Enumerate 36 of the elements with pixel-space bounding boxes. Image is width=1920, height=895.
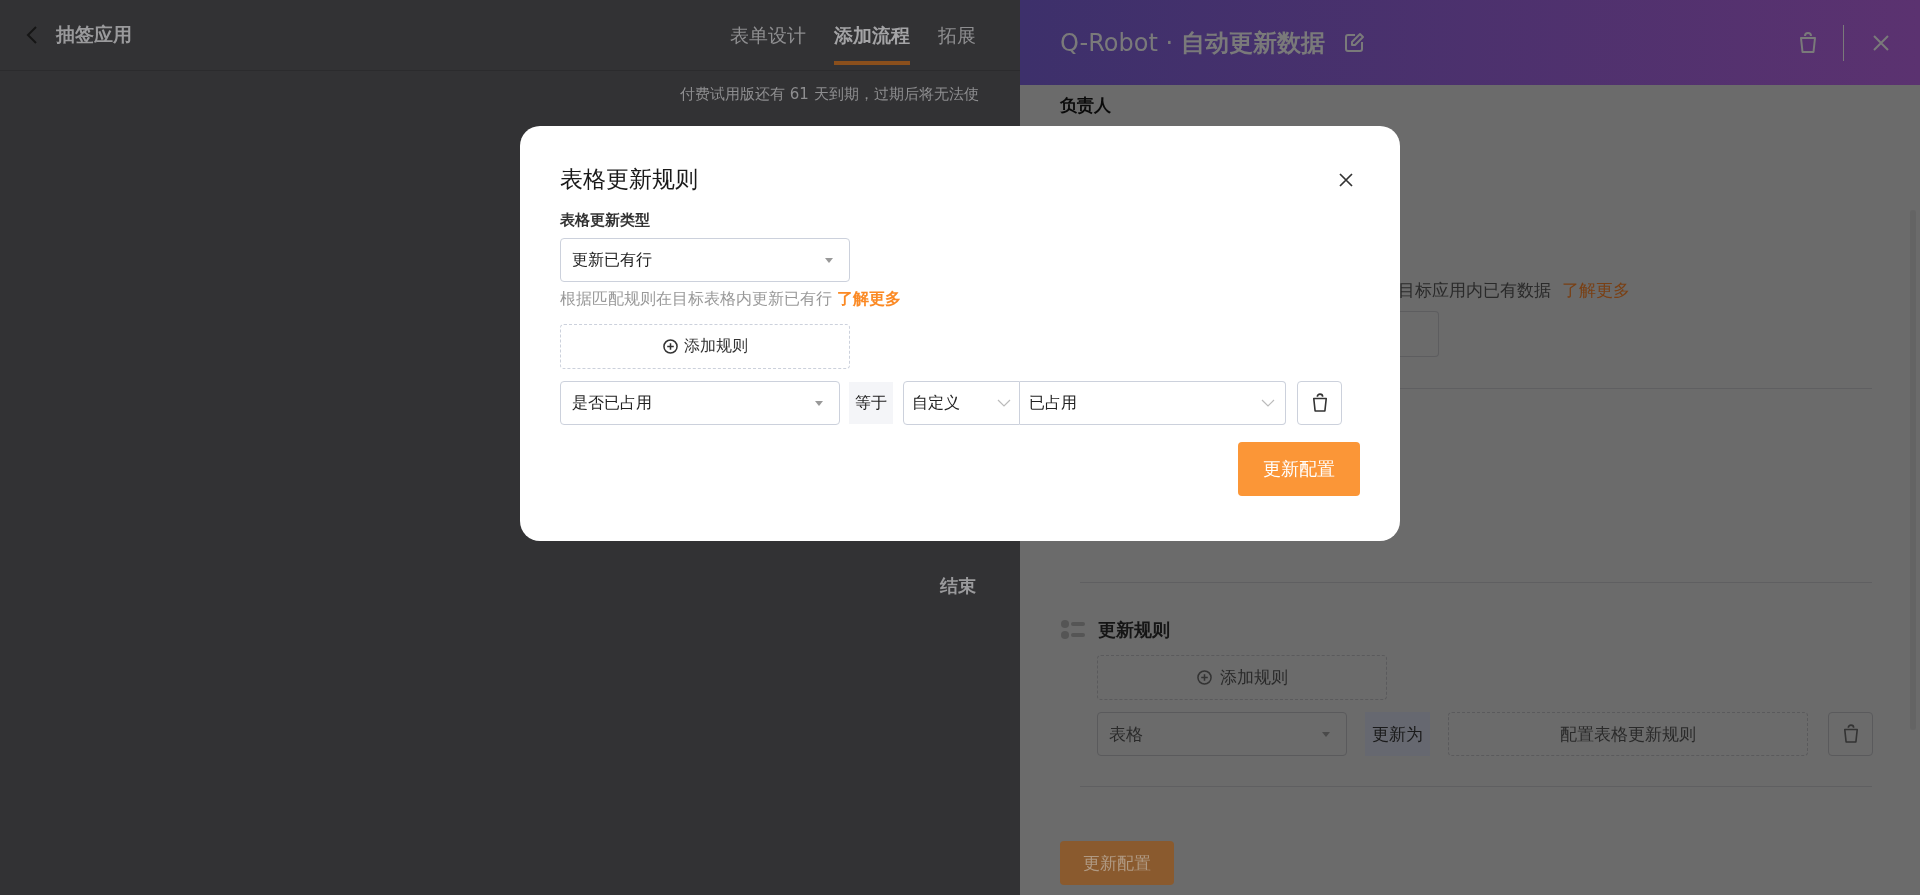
update-type-select[interactable]: 更新已有行 xyxy=(560,238,850,282)
table-select[interactable]: 表格 xyxy=(1097,712,1347,756)
section-title: 更新规则 xyxy=(1098,618,1170,642)
update-config-button[interactable]: 更新配置 xyxy=(1238,442,1360,496)
back-icon[interactable] xyxy=(26,25,38,45)
edit-icon[interactable] xyxy=(1342,31,1365,54)
add-rule-button[interactable]: 添加规则 xyxy=(1097,655,1387,700)
target-hint: 目标应用内已有数据 xyxy=(1398,280,1551,300)
value-type-select[interactable]: 自定义 xyxy=(903,381,1020,425)
drawer-title: Q-Robot · 自动更新数据 xyxy=(1060,27,1325,59)
dialog-title: 表格更新规则 xyxy=(560,165,698,194)
field-label: 表格更新类型 xyxy=(560,211,651,230)
learn-more-link[interactable]: 了解更多 xyxy=(837,289,902,308)
configure-rule-button[interactable]: 配置表格更新规则 xyxy=(1448,712,1808,756)
close-icon[interactable] xyxy=(1338,171,1354,188)
field-select[interactable]: 是否已占用 xyxy=(560,381,840,425)
owner-label: 负责人 xyxy=(1060,94,1112,117)
operator-label: 等于 xyxy=(849,382,893,424)
end-label: 结束 xyxy=(940,575,976,596)
update-config-button[interactable]: 更新配置 xyxy=(1060,841,1174,885)
nav-tab[interactable]: 拓展 xyxy=(938,5,976,65)
trash-icon[interactable] xyxy=(1799,31,1817,54)
update-type-hint: 根据匹配规则在目标表格内更新已有行 了解更多 xyxy=(560,289,903,310)
plus-icon xyxy=(1196,670,1212,685)
trash-icon xyxy=(1842,724,1859,744)
trash-icon xyxy=(1311,393,1328,413)
value-select[interactable]: 已占用 xyxy=(1020,381,1286,425)
app-title: 抽签应用 xyxy=(56,22,132,47)
chevron-down-icon xyxy=(1261,399,1275,407)
add-rule-button[interactable]: 添加规则 xyxy=(560,324,850,369)
chevron-down-icon xyxy=(997,399,1011,407)
trial-notice: 付费试用版还有 61 天到期，过期后将无法使 xyxy=(679,85,980,104)
nav-tab[interactable]: 添加流程 xyxy=(834,5,910,65)
nav-tab[interactable]: 表单设计 xyxy=(730,5,806,65)
operator-label: 更新为 xyxy=(1365,712,1430,756)
plus-icon xyxy=(662,339,678,354)
